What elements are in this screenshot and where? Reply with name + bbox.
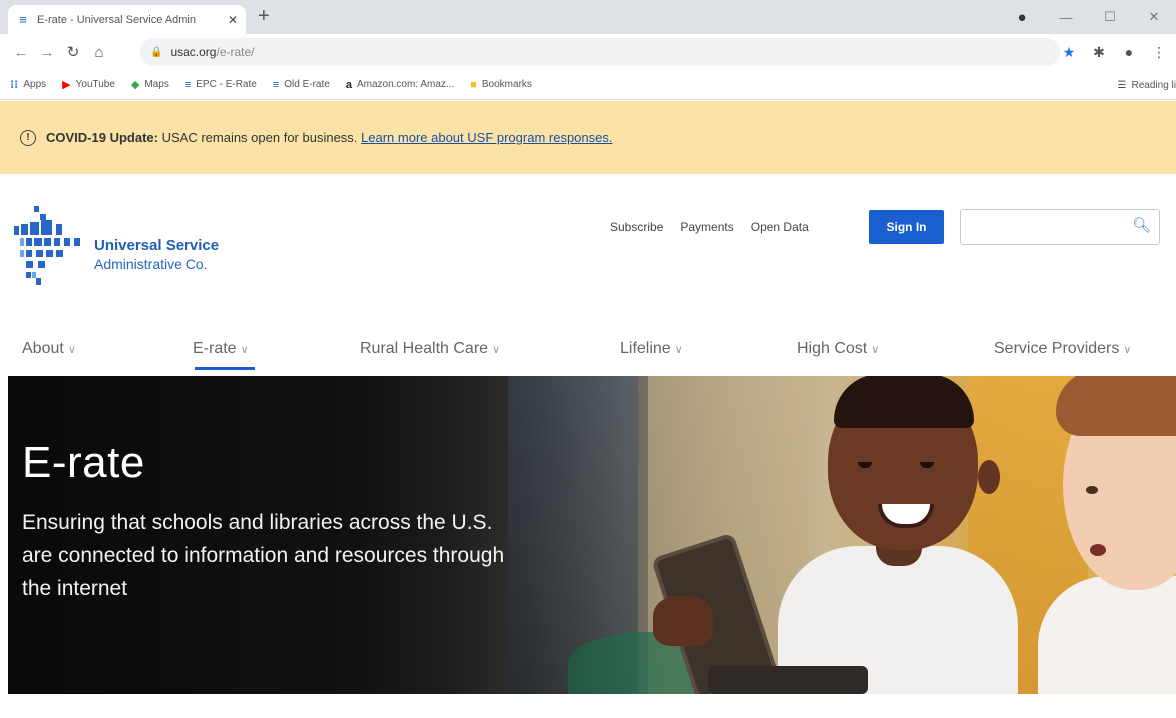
- bookmarks-bar: ⁝⁝ Apps ▶ YouTube ◆ Maps ≡ EPC - E-Rate ≡ Old…: [0, 70, 1176, 100]
- usac-icon: ≡: [272, 78, 280, 91]
- back-arrow-icon[interactable]: ←: [8, 44, 34, 61]
- lock-icon[interactable]: 🔒: [150, 47, 162, 58]
- main-nav: About ∨ E-rate ∨ Rural Health Care ∨ Lifeli…: [0, 330, 1176, 376]
- new-tab-button[interactable]: +: [258, 6, 270, 26]
- usac-favicon-icon: ≡: [19, 12, 27, 27]
- profile-avatar-icon[interactable]: ●: [1116, 44, 1142, 60]
- bookmark-apps[interactable]: ⁝⁝ Apps: [10, 78, 46, 91]
- second-student-hair: [1056, 376, 1176, 436]
- home-icon[interactable]: ⌂: [86, 44, 112, 61]
- chevron-down-icon: ∨: [674, 344, 683, 356]
- second-student-mouth: [1090, 544, 1106, 556]
- alert-link[interactable]: Learn more about USF program responses.: [361, 130, 612, 145]
- close-window-icon[interactable]: ✕: [1132, 9, 1176, 25]
- student-ear: [978, 460, 1000, 494]
- student-hand: [653, 596, 713, 646]
- maximize-icon[interactable]: ☐: [1088, 9, 1132, 25]
- usac-logo[interactable]: Universal Service Administrative Co.: [12, 204, 252, 290]
- chevron-down-icon: ∨: [492, 344, 501, 356]
- address-bar[interactable]: 🔒 usac.org/e-rate/: [140, 38, 1060, 66]
- logo-text: Universal Service Administrative Co.: [94, 237, 220, 272]
- youtube-icon: ▶: [62, 79, 71, 91]
- chevron-down-icon: ∨: [871, 344, 880, 356]
- minimize-icon[interactable]: —: [1044, 10, 1088, 25]
- browser-toolbar: ← → ↻ ⌂ 🔒 usac.org/e-rate/ ★ ✱ ● ⋮: [0, 34, 1176, 70]
- bookmark-maps[interactable]: ◆ Maps: [131, 78, 169, 91]
- folder-icon: ■: [470, 78, 477, 91]
- second-student-eye: [1086, 486, 1098, 494]
- hero-subtitle: Ensuring that schools and libraries acro…: [22, 511, 505, 600]
- nav-item-about[interactable]: About ∨: [22, 340, 76, 358]
- extensions-puzzle-icon[interactable]: ✱: [1086, 44, 1112, 61]
- open-data-link[interactable]: Open Data: [751, 220, 809, 234]
- maps-icon: ◆: [130, 79, 140, 91]
- browser-tab-strip: ≡ E-rate - Universal Service Admin ✕ + ●…: [0, 0, 1176, 34]
- search-icon[interactable]: 🔍︎: [1132, 216, 1151, 234]
- url-text: usac.org/e-rate/: [170, 45, 255, 59]
- bookmark-epc-erate[interactable]: ≡ EPC - E-Rate: [185, 79, 257, 91]
- reload-icon[interactable]: ↻: [60, 43, 86, 61]
- bookmark-youtube[interactable]: ▶ YouTube: [62, 78, 115, 91]
- site-search: 🔍︎: [960, 209, 1160, 245]
- nav-item-lifeline[interactable]: Lifeline ∨: [620, 340, 683, 358]
- nav-item-service-providers[interactable]: Service Providers ∨: [994, 340, 1131, 358]
- tab-title: E-rate - Universal Service Admin: [37, 13, 196, 26]
- menu-kebab-icon[interactable]: ⋮: [1146, 44, 1172, 61]
- bookmark-old-erate[interactable]: ≡ Old E-rate: [273, 79, 330, 91]
- usac-logo-mark-icon: [14, 206, 80, 285]
- nav-item-erate[interactable]: E-rate ∨: [193, 340, 255, 370]
- close-tab-icon[interactable]: ✕: [228, 13, 238, 27]
- reading-list-icon: ☰: [1117, 79, 1127, 91]
- window-controls: ● — ☐ ✕: [1000, 0, 1176, 34]
- utility-nav: Subscribe Payments Open Data: [610, 210, 809, 244]
- search-input[interactable]: [961, 210, 1121, 244]
- alert-text: COVID-19 Update: USAC remains open for b…: [46, 130, 613, 145]
- apps-grid-icon: ⁝⁝: [10, 79, 19, 91]
- forward-arrow-icon[interactable]: →: [34, 44, 60, 61]
- tablet-base: [708, 666, 868, 694]
- info-circle-icon: !: [20, 129, 36, 146]
- nav-item-rural-health-care[interactable]: Rural Health Care ∨: [360, 340, 500, 358]
- bookmark-folder[interactable]: ■ Bookmarks: [470, 79, 532, 91]
- hero-banner: E-rate Ensuring that schools and librari…: [8, 376, 1176, 694]
- subscribe-link[interactable]: Subscribe: [610, 220, 663, 234]
- student-hair: [834, 376, 974, 428]
- chevron-down-icon: ∨: [240, 344, 249, 356]
- toolbar-actions: ★ ✱ ● ⋮: [1056, 34, 1172, 70]
- nav-item-high-cost[interactable]: High Cost ∨: [797, 340, 879, 358]
- payments-link[interactable]: Payments: [680, 220, 733, 234]
- record-icon[interactable]: ●: [1000, 9, 1044, 26]
- sign-in-button[interactable]: Sign In: [869, 210, 944, 244]
- hero-title: E-rate: [22, 438, 145, 487]
- usac-icon: ≡: [184, 78, 192, 91]
- reading-list[interactable]: ☰ Reading li: [1118, 70, 1176, 100]
- covid-alert-banner: ! COVID-19 Update: USAC remains open for…: [0, 101, 1176, 174]
- bookmark-amazon[interactable]: a Amazon.com: Amaz...: [346, 79, 454, 91]
- bookmark-star-icon[interactable]: ★: [1056, 44, 1082, 61]
- browser-tab[interactable]: ≡ E-rate - Universal Service Admin ✕: [8, 5, 246, 34]
- chevron-down-icon: ∨: [1123, 344, 1132, 356]
- amazon-icon: a: [345, 78, 352, 91]
- chevron-down-icon: ∨: [67, 344, 76, 356]
